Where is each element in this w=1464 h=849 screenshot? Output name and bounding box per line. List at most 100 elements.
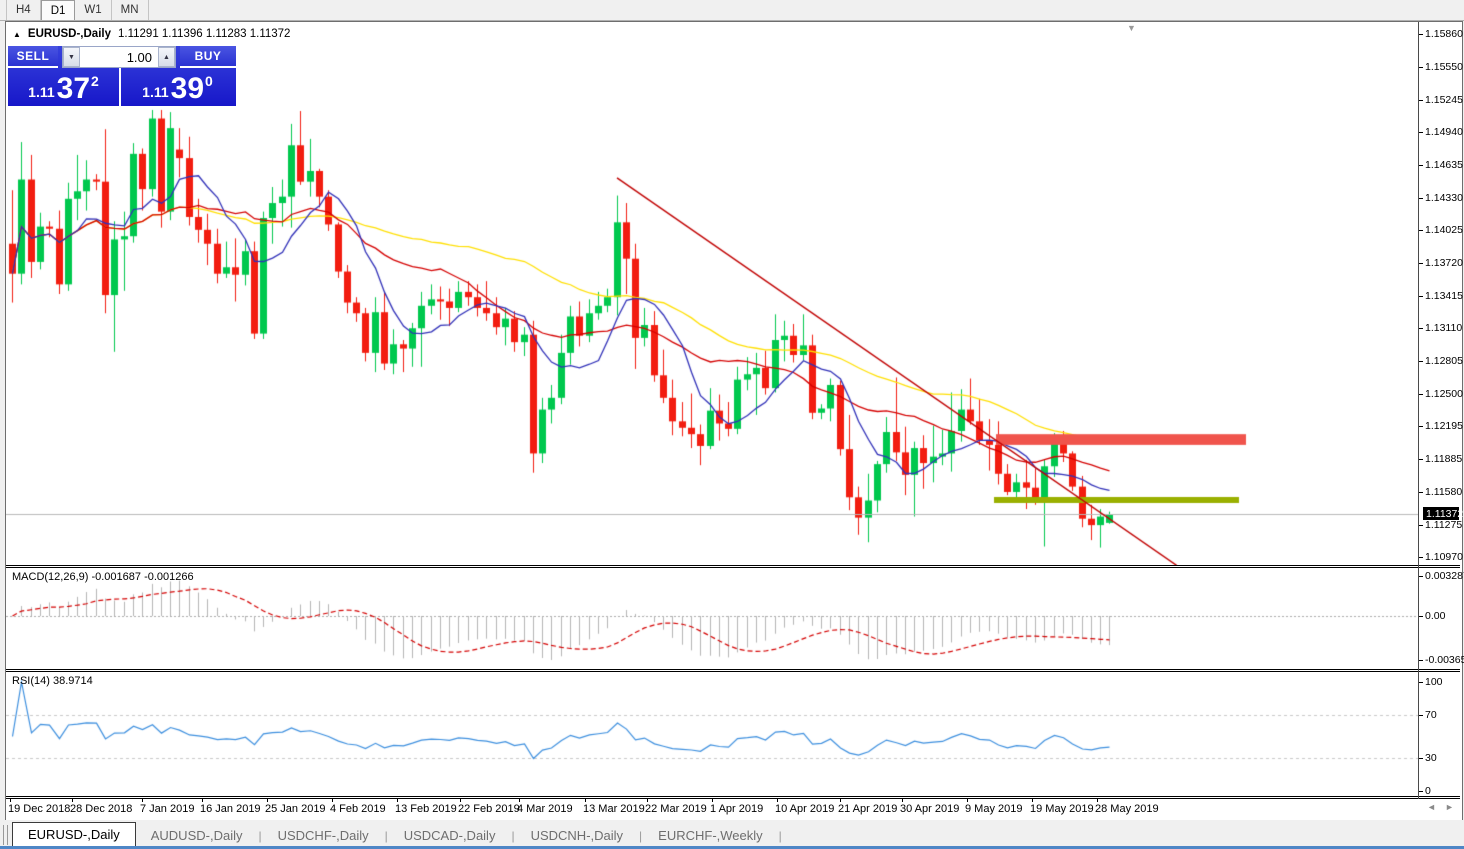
price-axis-label: 1.15860	[1425, 28, 1463, 40]
time-axis-label: 28 Dec 2018	[70, 803, 132, 815]
symbol-tab-audusd[interactable]: AUDUSD-,Daily	[136, 824, 258, 846]
macd-axis-label: 0.003287	[1425, 570, 1464, 582]
rsi-axis[interactable]: 10070300	[1419, 672, 1460, 796]
chart-tab-bar: EURUSD-,DailyAUDUSD-,Daily|USDCHF-,Daily…	[0, 820, 1464, 846]
macd-axis-tick	[1419, 576, 1423, 577]
time-axis-label: 19 Dec 2018	[8, 803, 70, 815]
volume-increase-button[interactable]: ▲	[158, 47, 175, 67]
timeframe-tab-h4[interactable]: H4	[6, 0, 41, 20]
timeframe-tab-w1[interactable]: W1	[75, 0, 111, 20]
symbol-tab-usdcad[interactable]: USDCAD-,Daily	[389, 824, 511, 846]
time-axis-corner: ◄ ►	[1419, 799, 1460, 818]
buy-price-display[interactable]: 1.11 39 0	[121, 68, 234, 106]
rsi-axis-tick	[1419, 758, 1423, 759]
buy-button[interactable]: BUY	[180, 46, 236, 68]
rsi-indicator-canvas[interactable]	[6, 672, 1418, 796]
time-axis-label: 1 Apr 2019	[710, 803, 763, 815]
price-axis-tick	[1419, 525, 1423, 526]
price-axis-tick	[1419, 361, 1423, 362]
sell-price-prefix: 1.11	[28, 84, 54, 100]
time-axis-label: 19 May 2019	[1030, 803, 1094, 815]
time-axis-tick	[647, 799, 648, 802]
rsi-axis-tick	[1419, 715, 1423, 716]
price-axis-tick	[1419, 296, 1423, 297]
time-axis[interactable]: 19 Dec 201828 Dec 20187 Jan 201916 Jan 2…	[6, 799, 1460, 818]
tab-separator: |	[639, 829, 642, 843]
scroll-left-icon[interactable]: ◄	[1427, 802, 1436, 812]
price-axis-tick	[1419, 557, 1423, 558]
time-axis-label: 4 Feb 2019	[330, 803, 386, 815]
sell-button[interactable]: SELL	[8, 46, 58, 68]
tab-bar-handle[interactable]	[3, 825, 8, 845]
price-axis-tick	[1419, 394, 1423, 395]
macd-indicator-canvas[interactable]	[6, 568, 1418, 669]
rsi-axis-tick	[1419, 682, 1423, 683]
price-axis-tick	[1419, 165, 1423, 166]
price-axis-label: 1.13415	[1425, 290, 1463, 302]
autoscroll-marker-icon[interactable]: ▼	[1127, 23, 1136, 33]
price-axis-tick	[1419, 132, 1423, 133]
time-axis-tick	[72, 799, 73, 802]
price-axis-label: 1.15245	[1425, 94, 1463, 106]
price-axis-label: 1.11275	[1425, 519, 1462, 531]
collapse-panel-icon[interactable]: ▲	[13, 30, 21, 39]
time-axis-tick	[10, 799, 11, 802]
price-axis-tick	[1419, 263, 1423, 264]
price-axis-label: 1.11885	[1425, 453, 1462, 465]
price-axis-label: 1.14635	[1425, 159, 1463, 171]
time-axis-tick	[202, 799, 203, 802]
time-axis-tick	[1032, 799, 1033, 802]
price-axis-tick	[1419, 100, 1423, 101]
chart-window: ▲ EURUSD-,Daily 1.11291 1.11396 1.11283 …	[5, 21, 1463, 821]
time-axis-tick	[712, 799, 713, 802]
price-axis[interactable]: 1.11372 1.158601.155501.152451.149401.14…	[1419, 22, 1460, 565]
price-axis-tick	[1419, 230, 1423, 231]
one-click-trade-panel: SELL ▼ ▲ BUY 1.11 37 2 1.11	[8, 46, 236, 106]
time-axis-tick	[967, 799, 968, 802]
macd-axis-label: -0.003659	[1425, 654, 1464, 666]
price-axis-label: 1.13720	[1425, 257, 1463, 269]
macd-axis[interactable]: 0.0032870.00-0.003659	[1419, 568, 1460, 669]
time-axis-label: 22 Mar 2019	[645, 803, 707, 815]
sell-price-display[interactable]: 1.11 37 2	[8, 68, 121, 106]
scroll-right-icon[interactable]: ►	[1445, 802, 1454, 812]
time-axis-label: 13 Mar 2019	[583, 803, 645, 815]
symbol-tab-eurchf[interactable]: EURCHF-,Weekly	[643, 824, 778, 846]
price-axis-tick	[1419, 426, 1423, 427]
timeframe-tab-mn[interactable]: MN	[112, 0, 149, 20]
timeframe-tab-d1[interactable]: D1	[41, 0, 76, 20]
rsi-axis-label: 0	[1425, 785, 1431, 797]
pane-splitter[interactable]	[6, 669, 1460, 672]
price-axis-label: 1.13110	[1425, 322, 1462, 334]
macd-label: MACD(12,26,9) -0.001687 -0.001266	[12, 571, 194, 583]
time-axis-label: 25 Jan 2019	[265, 803, 326, 815]
price-axis-label: 1.12195	[1425, 420, 1463, 432]
symbol-tab-usdcnh[interactable]: USDCNH-,Daily	[516, 824, 638, 846]
tab-separator: |	[385, 829, 388, 843]
symbol-tab-eurusd[interactable]: EURUSD-,Daily	[12, 822, 136, 846]
time-axis-label: 28 May 2019	[1095, 803, 1159, 815]
price-axis-tick	[1419, 492, 1423, 493]
macd-axis-label: 0.00	[1425, 610, 1445, 622]
price-axis-label: 1.12805	[1425, 355, 1463, 367]
chart-ohlc-values: 1.11291 1.11396 1.11283 1.11372	[118, 28, 290, 40]
time-axis-tick	[902, 799, 903, 802]
chart-header: ▲ EURUSD-,Daily 1.11291 1.11396 1.11283 …	[13, 28, 290, 40]
time-axis-tick	[777, 799, 778, 802]
time-axis-tick	[460, 799, 461, 802]
symbol-tab-usdchf[interactable]: USDCHF-,Daily	[263, 824, 384, 846]
tab-separator: |	[511, 829, 514, 843]
price-axis-tick	[1419, 67, 1423, 68]
sell-price-big: 37	[57, 75, 90, 103]
rsi-axis-label: 100	[1425, 676, 1443, 688]
time-axis-label: 7 Jan 2019	[140, 803, 194, 815]
price-axis-tick	[1419, 459, 1423, 460]
pane-splitter[interactable]	[6, 565, 1460, 568]
volume-decrease-button[interactable]: ▼	[63, 47, 80, 67]
buy-price-big: 39	[171, 75, 204, 103]
rsi-axis-tick	[1419, 791, 1423, 792]
volume-input[interactable]	[80, 47, 158, 67]
time-axis-label: 9 May 2019	[965, 803, 1022, 815]
time-axis-tick	[840, 799, 841, 802]
time-axis-label: 10 Apr 2019	[775, 803, 834, 815]
